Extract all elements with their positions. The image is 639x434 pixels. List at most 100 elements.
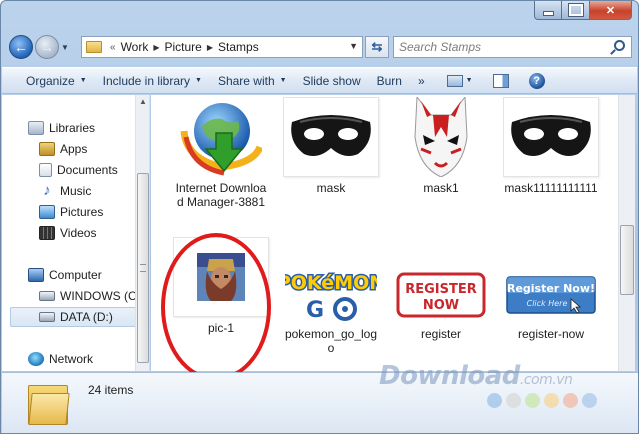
include-in-library-menu[interactable]: Include in library ▼ <box>95 74 210 88</box>
organize-label: Organize <box>26 73 75 88</box>
burn-button[interactable]: Burn <box>369 74 410 88</box>
minimize-button[interactable] <box>534 1 562 20</box>
file-name: mask11111111111 <box>504 181 598 195</box>
nav-item-windows-drive[interactable]: WINDOWS (C: <box>39 286 140 306</box>
recent-pages-dropdown[interactable]: ▼ <box>61 43 73 52</box>
watermark: Download.com.vn <box>379 361 573 391</box>
nav-item-data-drive[interactable]: DATA (D:) <box>10 307 136 327</box>
music-note-icon: ♪ <box>43 182 51 199</box>
search-input[interactable]: Search Stamps <box>393 36 632 58</box>
file-item[interactable]: mask11111111111 <box>501 97 601 195</box>
slide-show-label: Slide show <box>302 73 361 88</box>
file-name: register-now <box>517 327 585 341</box>
nav-item-label: Apps <box>60 142 88 156</box>
nav-item-label: Pictures <box>60 205 104 219</box>
nav-item-music[interactable]: ♪ Music <box>39 181 91 201</box>
register-now-button: Register Now! Click Here <box>503 267 599 323</box>
folder-icon <box>86 41 102 53</box>
change-view-icon[interactable] <box>446 74 463 87</box>
scroll-up-arrow-icon[interactable]: ▲ <box>139 97 147 106</box>
file-item[interactable]: REGISTER NOW register <box>391 267 491 341</box>
share-with-menu[interactable]: Share with ▼ <box>210 74 295 88</box>
address-bar[interactable]: « Work ▶ Picture ▶ Stamps ▼ <box>81 36 363 58</box>
chevron-down-icon: ▼ <box>79 77 87 84</box>
organize-menu[interactable]: Organize ▼ <box>18 74 95 88</box>
pokemon-go-g: G <box>306 298 324 323</box>
nav-item-videos[interactable]: Videos <box>39 223 96 243</box>
burn-label: Burn <box>376 73 402 88</box>
close-button[interactable]: ✕ <box>590 1 632 20</box>
pictures-icon <box>39 205 55 219</box>
nav-item-label: DATA (D:) <box>60 310 113 324</box>
maximize-button[interactable] <box>562 1 590 20</box>
item-count: 24 items <box>88 383 134 397</box>
libraries-icon <box>28 121 44 135</box>
watermark-dot <box>506 393 521 408</box>
search-icon[interactable] <box>614 40 625 51</box>
register-now-line1: Register Now! <box>507 282 595 295</box>
more-commands-button[interactable]: » <box>410 74 433 88</box>
drive-icon <box>39 312 55 322</box>
watermark-dot <box>525 393 540 408</box>
nav-item-label: Libraries <box>49 121 96 135</box>
file-name: mask <box>316 181 346 195</box>
breadcrumb-work[interactable]: Work <box>121 40 149 54</box>
nav-item-network[interactable]: Network <box>28 349 93 369</box>
file-item[interactable]: mask1 <box>391 97 491 195</box>
breadcrumb-overflow[interactable]: « <box>110 42 116 53</box>
chevron-down-icon: ▼ <box>195 77 202 84</box>
explorer-window: ✕ ← → ▼ « Work ▶ Picture ▶ Stamps ▼ ⇆ Se… <box>0 0 639 434</box>
nav-item-apps[interactable]: Apps <box>39 139 87 159</box>
chevron-down-icon[interactable]: ▼ <box>466 77 473 84</box>
nav-item-label: Documents <box>57 163 118 177</box>
preview-pane-icon[interactable] <box>492 73 509 88</box>
file-item[interactable]: Register Now! Click Here register-now <box>501 267 601 341</box>
file-item[interactable]: Internet Download Manager-3881 <box>171 97 271 209</box>
watermark-dots <box>487 393 597 408</box>
black-mask-icon <box>283 97 379 177</box>
nav-pane-scroll-thumb[interactable] <box>137 173 149 363</box>
watermark-dot <box>563 393 578 408</box>
nav-item-label: Videos <box>60 226 97 240</box>
file-list-scrollbar[interactable] <box>618 95 635 371</box>
file-name: mask1 <box>423 181 459 195</box>
register-stamp-line2: NOW <box>423 298 459 313</box>
watermark-dot <box>544 393 559 408</box>
chevron-down-icon: ▼ <box>279 77 287 84</box>
breadcrumb-picture[interactable]: Picture <box>165 40 202 54</box>
chevron-right-icon[interactable]: ▶ <box>153 43 159 52</box>
command-bar: Organize ▼ Include in library ▼ Share wi… <box>2 67 637 94</box>
help-icon[interactable]: ? <box>528 72 545 89</box>
slide-show-button[interactable]: Slide show <box>295 74 369 88</box>
file-item[interactable]: mask <box>281 97 381 195</box>
register-now-line2: Click Here <box>527 299 568 308</box>
nav-item-computer[interactable]: Computer <box>28 265 102 285</box>
navigation-pane: Libraries Apps Documents ♪ Music Picture… <box>2 95 150 371</box>
nav-pane-scrollbar[interactable]: ▲ <box>135 95 149 371</box>
file-name: Internet Download Manager-3881 <box>175 181 267 209</box>
file-item[interactable]: POKéMON G pokemon_go_logo <box>281 267 381 356</box>
breadcrumb-stamps[interactable]: Stamps <box>218 40 259 54</box>
register-now-stamp: REGISTER NOW <box>393 267 489 323</box>
network-globe-icon <box>28 352 44 366</box>
black-mask-icon <box>503 97 599 177</box>
watermark-dot <box>487 393 502 408</box>
back-button[interactable]: ← <box>9 35 33 59</box>
videos-icon <box>39 226 55 240</box>
chevron-down-icon[interactable]: ▼ <box>349 41 358 51</box>
nav-item-pictures[interactable]: Pictures <box>39 202 103 222</box>
nav-item-libraries[interactable]: Libraries <box>28 118 95 138</box>
drive-icon <box>39 291 55 301</box>
search-placeholder: Search Stamps <box>399 40 482 54</box>
forward-button[interactable]: → <box>35 35 59 59</box>
apps-icon <box>39 142 55 156</box>
nav-item-label: Network <box>49 352 94 366</box>
chevron-right-icon[interactable]: ▶ <box>207 43 213 52</box>
nav-item-label: Computer <box>49 268 102 282</box>
refresh-button[interactable]: ⇆ <box>365 36 389 58</box>
register-stamp-line1: REGISTER <box>405 282 477 297</box>
caption-buttons: ✕ <box>534 1 632 21</box>
file-name: pokemon_go_logo <box>284 327 378 355</box>
nav-item-documents[interactable]: Documents <box>39 160 118 180</box>
file-list-scroll-thumb[interactable] <box>620 225 634 295</box>
